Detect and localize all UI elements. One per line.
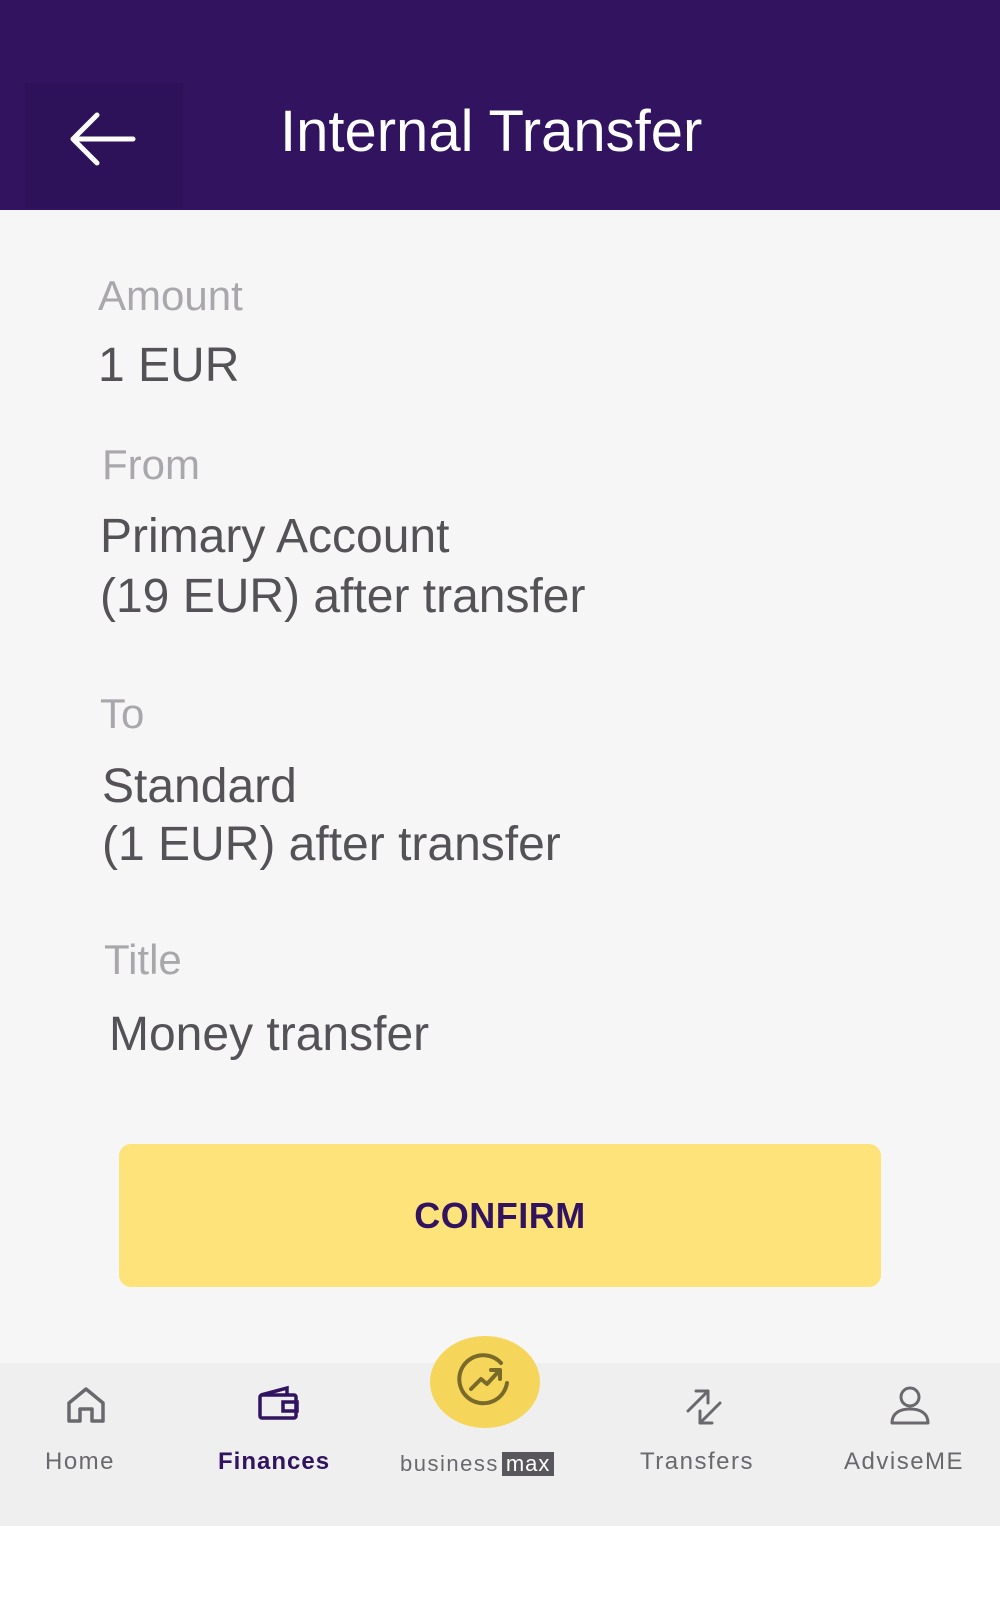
bottom-spacer <box>0 1526 1000 1600</box>
wallet-icon <box>258 1385 299 1420</box>
nav-item-transfers[interactable]: Transfers <box>630 1363 780 1526</box>
businessmax-tag: max <box>501 1452 555 1476</box>
nav-label-transfers: Transfers <box>640 1448 754 1475</box>
businessmax-word: business <box>400 1451 499 1476</box>
internal-transfer-screen: Internal Transfer Amount 1 EUR From Prim… <box>0 0 1000 1600</box>
person-icon <box>890 1386 930 1425</box>
confirm-button[interactable]: CONFIRM <box>119 1144 881 1287</box>
to-account: Standard <box>102 760 297 813</box>
from-account: Primary Account <box>100 510 450 563</box>
app-header: Internal Transfer <box>0 0 1000 210</box>
to-balance: (1 EUR) after transfer <box>102 818 561 871</box>
nav-item-home[interactable]: Home <box>25 1363 145 1526</box>
amount-value: 1 EUR <box>98 339 240 392</box>
from-balance: (19 EUR) after transfer <box>100 570 586 623</box>
amount-label: Amount <box>98 272 243 319</box>
arrow-left-icon <box>70 112 136 166</box>
to-label: To <box>100 690 145 737</box>
transfer-arrows-icon <box>686 1389 722 1425</box>
nav-label-home: Home <box>45 1448 116 1475</box>
home-icon <box>67 1387 105 1423</box>
growth-chart-icon <box>457 1353 509 1406</box>
page-title: Internal Transfer <box>280 99 703 164</box>
nav-label-finances: Finances <box>218 1448 331 1475</box>
nav-label-adviseme: AdviseME <box>844 1448 965 1475</box>
nav-item-businessmax[interactable] <box>430 1336 540 1428</box>
title-value: Money transfer <box>109 1008 430 1061</box>
title-label: Title <box>104 936 182 983</box>
back-button[interactable] <box>25 83 183 208</box>
from-label: From <box>102 441 200 488</box>
nav-item-finances[interactable]: Finances <box>205 1363 355 1526</box>
nav-label-businessmax: business max <box>400 1451 555 1477</box>
nav-item-adviseme[interactable]: AdviseME <box>838 1363 988 1526</box>
